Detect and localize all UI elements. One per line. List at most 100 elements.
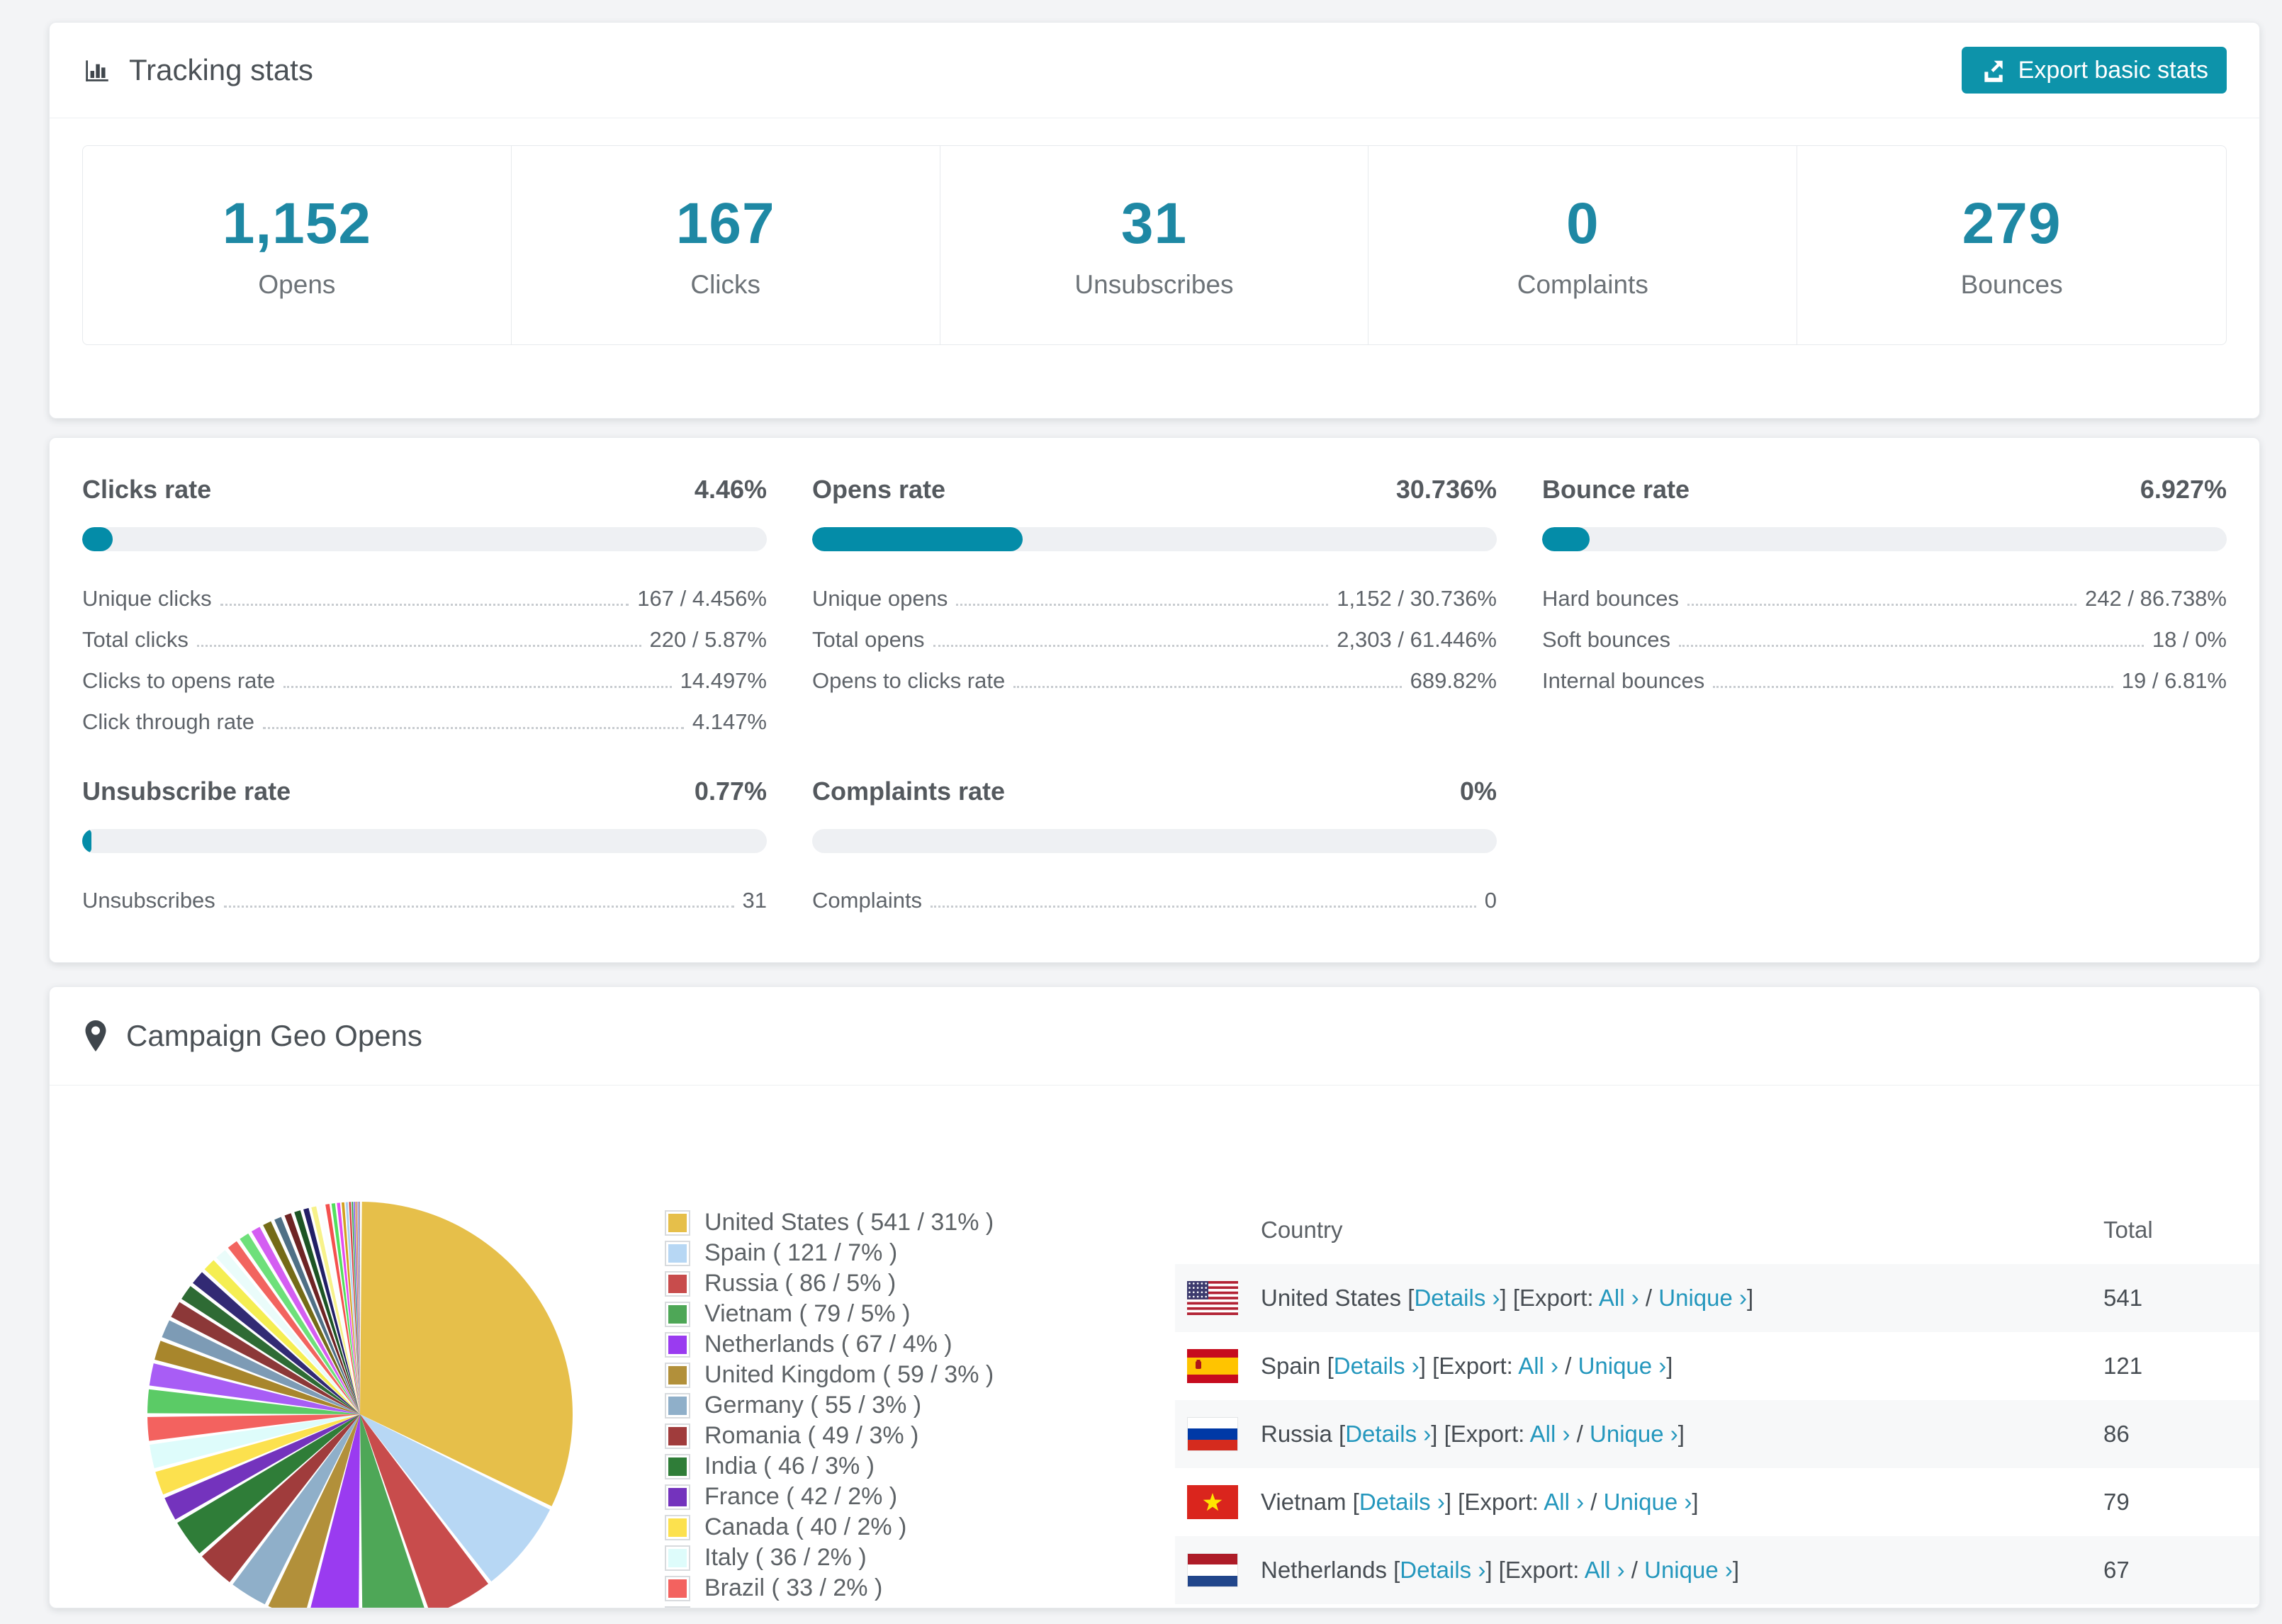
rate-row-label: Total opens: [812, 626, 925, 652]
summary-bounces: 279 Bounces: [1797, 146, 2226, 344]
geo-opens-pie-chart[interactable]: [143, 1197, 577, 1608]
rate-row-label: Soft bounces: [1542, 626, 1670, 652]
bounce-rate-bar: [1542, 527, 2227, 551]
legend-label: Netherlands ( 67 / 4% ): [704, 1331, 952, 1358]
export-all-link[interactable]: All ›: [1599, 1285, 1639, 1311]
unsubscribes-count: 31: [1120, 191, 1188, 256]
export-all-link[interactable]: All ›: [1544, 1489, 1584, 1515]
geo-content: United States ( 541 / 31% ) Spain ( 121 /…: [50, 1086, 2259, 1608]
opens-rate-value: 30.736%: [1395, 475, 1497, 504]
country-name: United States: [1261, 1285, 1402, 1311]
export-all-link[interactable]: All ›: [1518, 1353, 1558, 1379]
legend-swatch: [665, 1331, 690, 1358]
legend-swatch: [665, 1575, 690, 1601]
bounce-rate-value: 6.927%: [2140, 475, 2227, 504]
rate-row-value: 2,303 / 61.446%: [1337, 626, 1497, 652]
dotted-leader: [1678, 645, 2144, 647]
export-basic-stats-button[interactable]: Export basic stats: [1961, 47, 2227, 94]
total-cell: 67: [2103, 1557, 2130, 1583]
export-prefix: Export:: [1450, 1421, 1525, 1447]
legend-swatch: [665, 1301, 690, 1327]
total-cell: 121: [2103, 1353, 2143, 1379]
rate-row-label: Clicks to opens rate: [82, 667, 276, 693]
rate-row-value: 167 / 4.456%: [637, 585, 767, 611]
export-prefix: Export:: [1439, 1353, 1513, 1379]
legend-swatch: [665, 1270, 690, 1297]
rate-row: Click through rate 4.147%: [82, 693, 767, 734]
country-name: Vietnam: [1261, 1489, 1347, 1515]
dotted-leader: [196, 645, 641, 647]
bounces-label: Bounces: [1960, 270, 2063, 299]
rates-card: Clicks rate 4.46% Unique clicks 167 / 4.4…: [49, 437, 2260, 963]
export-unique-link[interactable]: Unique ›: [1644, 1557, 1733, 1583]
rate-row: Clicks to opens rate 14.497%: [82, 652, 767, 693]
rate-row-value: 1,152 / 30.736%: [1337, 585, 1497, 611]
table-row: Russia [Details ›] [Export: All › / Uniq…: [1175, 1400, 2259, 1468]
details-link[interactable]: Details ›: [1359, 1489, 1445, 1515]
rate-row: Unique clicks 167 / 4.456%: [82, 570, 767, 611]
page-title: Tracking stats: [129, 53, 313, 86]
clicks-rate-block: Clicks rate 4.46% Unique clicks 167 / 4.4…: [82, 475, 767, 734]
legend-label: South Africa ( 29 / 2% ): [704, 1605, 952, 1608]
legend-label: Canada ( 40 / 2% ): [704, 1513, 907, 1540]
rate-row-label: Complaints: [812, 887, 923, 913]
legend-swatch: [665, 1453, 690, 1479]
dotted-leader: [220, 604, 629, 606]
dotted-leader: [1713, 686, 2113, 688]
rate-row: Opens to clicks rate 689.82%: [812, 652, 1497, 693]
country-column-header: Country: [1261, 1217, 1343, 1243]
legend-label: Brazil ( 33 / 2% ): [704, 1574, 883, 1601]
rate-row: Internal bounces 19 / 6.81%: [1542, 652, 2227, 693]
rate-row-label: Unique clicks: [82, 585, 212, 611]
export-button-label: Export basic stats: [2018, 56, 2208, 84]
clicks-count: 167: [675, 191, 775, 256]
unsubscribe-rate-block: Unsubscribe rate 0.77% Unsubscribes 31: [82, 777, 767, 913]
dotted-leader: [933, 645, 1329, 647]
country-cell: Netherlands [Details ›] [Export: All › /…: [1261, 1557, 1740, 1583]
tracking-stats-header: Tracking stats Export basic stats: [50, 23, 2259, 118]
rate-row-label: Opens to clicks rate: [812, 667, 1006, 693]
legend-label: Spain ( 121 / 7% ): [704, 1239, 898, 1266]
legend-item: United Kingdom ( 59 / 3% ): [665, 1360, 994, 1390]
unsubscribe-rate-value: 0.77%: [694, 777, 767, 806]
export-unique-link[interactable]: Unique ›: [1604, 1489, 1692, 1515]
geo-section-title: Campaign Geo Opens: [126, 1019, 422, 1052]
legend-item: Romania ( 49 / 3% ): [665, 1421, 994, 1451]
rate-row: Complaints 0: [812, 872, 1497, 913]
legend-label: Germany ( 55 / 3% ): [704, 1392, 922, 1419]
legend-item: India ( 46 / 3% ): [665, 1451, 994, 1482]
export-unique-link[interactable]: Unique ›: [1590, 1421, 1678, 1447]
country-cell: Russia [Details ›] [Export: All › / Uniq…: [1261, 1421, 1685, 1447]
bounces-count: 279: [1962, 191, 2062, 256]
rate-row-value: 4.147%: [692, 709, 767, 734]
pie-legend: United States ( 541 / 31% ) Spain ( 121 /…: [665, 1207, 994, 1608]
rate-row-label: Total clicks: [82, 626, 189, 652]
export-unique-link[interactable]: Unique ›: [1578, 1353, 1667, 1379]
export-all-link[interactable]: All ›: [1585, 1557, 1625, 1583]
details-link[interactable]: Details ›: [1334, 1353, 1420, 1379]
summary-unsubscribes: 31 Unsubscribes: [940, 146, 1369, 344]
export-prefix: Export:: [1519, 1285, 1594, 1311]
legend-swatch: [665, 1514, 690, 1540]
unsubscribe-rate-bar: [82, 829, 767, 853]
country-name: Spain: [1261, 1353, 1321, 1379]
dotted-leader: [223, 906, 734, 908]
rate-row: Soft bounces 18 / 0%: [1542, 611, 2227, 652]
export-all-link[interactable]: All ›: [1530, 1421, 1570, 1447]
details-link[interactable]: Details ›: [1400, 1557, 1485, 1583]
legend-label: United Kingdom ( 59 / 3% ): [704, 1361, 994, 1388]
flag-es-icon: [1187, 1349, 1238, 1383]
geo-table-header-row: Country Total: [1175, 1196, 2259, 1264]
details-link[interactable]: Details ›: [1414, 1285, 1500, 1311]
details-link[interactable]: Details ›: [1345, 1421, 1431, 1447]
clicks-label: Clicks: [690, 270, 761, 299]
legend-swatch: [665, 1209, 690, 1236]
legend-label: United States ( 541 / 31% ): [704, 1209, 994, 1236]
clicks-rate-value: 4.46%: [694, 475, 767, 504]
rate-row-value: 14.497%: [680, 667, 767, 693]
legend-item: Spain ( 121 / 7% ): [665, 1238, 994, 1268]
export-unique-link[interactable]: Unique ›: [1658, 1285, 1747, 1311]
export-prefix: Export:: [1505, 1557, 1580, 1583]
rate-row-value: 31: [742, 887, 767, 913]
opens-label: Opens: [258, 270, 336, 299]
